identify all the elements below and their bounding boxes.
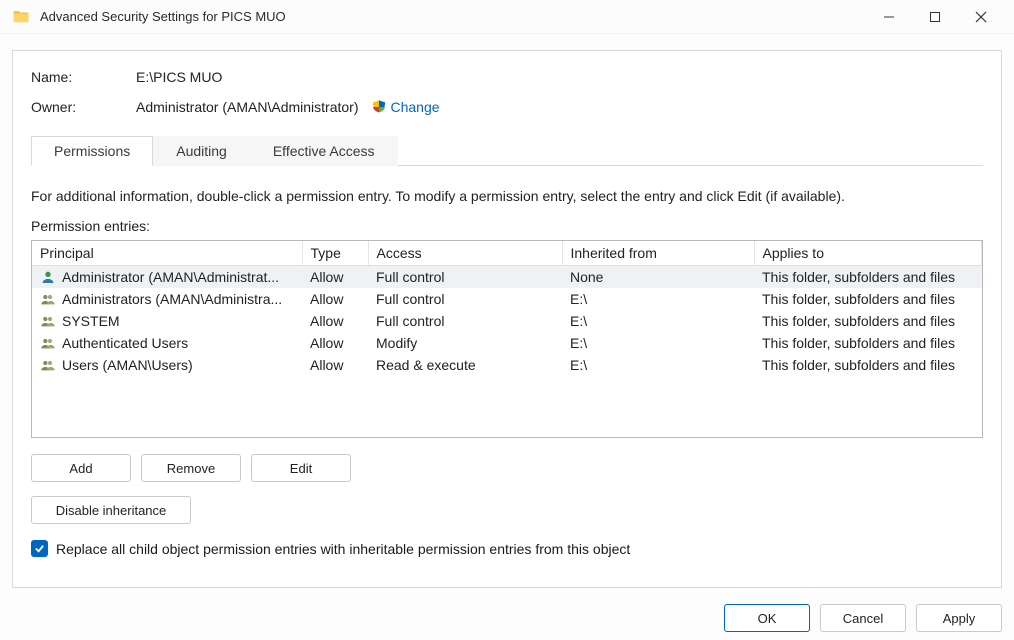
name-row: Name: E:\PICS MUO bbox=[31, 69, 983, 85]
replace-children-row: Replace all child object permission entr… bbox=[31, 540, 983, 557]
name-value: E:\PICS MUO bbox=[136, 69, 222, 85]
type-cell: Allow bbox=[302, 288, 368, 310]
applies-cell: This folder, subfolders and files bbox=[754, 354, 982, 376]
maximize-button[interactable] bbox=[912, 2, 958, 32]
tab-bar: Permissions Auditing Effective Access bbox=[31, 135, 983, 166]
group-icon bbox=[40, 313, 56, 329]
user-icon bbox=[40, 269, 56, 285]
folder-icon bbox=[12, 8, 30, 26]
principal-text: SYSTEM bbox=[62, 313, 120, 329]
inherited-cell: None bbox=[562, 266, 754, 289]
owner-label: Owner: bbox=[31, 99, 136, 115]
tab-effective-access[interactable]: Effective Access bbox=[250, 136, 398, 166]
name-label: Name: bbox=[31, 69, 136, 85]
table-row[interactable]: SYSTEM AllowFull controlE:\This folder, s… bbox=[32, 310, 982, 332]
group-icon bbox=[40, 335, 56, 351]
ok-button[interactable]: OK bbox=[724, 604, 810, 632]
access-cell: Read & execute bbox=[368, 354, 562, 376]
dialog-panel: Name: E:\PICS MUO Owner: Administrator (… bbox=[12, 50, 1002, 588]
add-button[interactable]: Add bbox=[31, 454, 131, 482]
owner-row: Owner: Administrator (AMAN\Administrator… bbox=[31, 99, 983, 115]
access-cell: Full control bbox=[368, 266, 562, 289]
description-text: For additional information, double-click… bbox=[31, 188, 983, 204]
type-cell: Allow bbox=[302, 332, 368, 354]
table-row[interactable]: Users (AMAN\Users) AllowRead & executeE:\… bbox=[32, 354, 982, 376]
permission-entries-grid[interactable]: Principal Type Access Inherited from App… bbox=[31, 240, 983, 438]
change-owner-link[interactable]: Change bbox=[391, 99, 440, 115]
close-button[interactable] bbox=[958, 2, 1004, 32]
window-title: Advanced Security Settings for PICS MUO bbox=[40, 9, 866, 24]
applies-cell: This folder, subfolders and files bbox=[754, 266, 982, 289]
apply-button[interactable]: Apply bbox=[916, 604, 1002, 632]
col-access[interactable]: Access bbox=[368, 241, 562, 266]
titlebar: Advanced Security Settings for PICS MUO bbox=[0, 0, 1014, 34]
applies-cell: This folder, subfolders and files bbox=[754, 310, 982, 332]
replace-children-label: Replace all child object permission entr… bbox=[56, 541, 630, 557]
cancel-button[interactable]: Cancel bbox=[820, 604, 906, 632]
minimize-button[interactable] bbox=[866, 2, 912, 32]
principal-text: Administrator (AMAN\Administrat... bbox=[62, 269, 279, 285]
col-type[interactable]: Type bbox=[302, 241, 368, 266]
window-controls bbox=[866, 2, 1004, 32]
edit-button[interactable]: Edit bbox=[251, 454, 351, 482]
type-cell: Allow bbox=[302, 310, 368, 332]
shield-icon bbox=[371, 99, 387, 115]
access-cell: Full control bbox=[368, 310, 562, 332]
col-principal[interactable]: Principal bbox=[32, 241, 302, 266]
dialog-footer-buttons: OK Cancel Apply bbox=[724, 604, 1002, 632]
type-cell: Allow bbox=[302, 266, 368, 289]
access-cell: Modify bbox=[368, 332, 562, 354]
type-cell: Allow bbox=[302, 354, 368, 376]
inherited-cell: E:\ bbox=[562, 354, 754, 376]
principal-text: Administrators (AMAN\Administra... bbox=[62, 291, 282, 307]
group-icon bbox=[40, 291, 56, 307]
table-row[interactable]: Authenticated Users AllowModifyE:\This fo… bbox=[32, 332, 982, 354]
access-cell: Full control bbox=[368, 288, 562, 310]
table-header-row: Principal Type Access Inherited from App… bbox=[32, 241, 982, 266]
action-button-row: Add Remove Edit bbox=[31, 454, 983, 482]
col-applies[interactable]: Applies to bbox=[754, 241, 982, 266]
inherited-cell: E:\ bbox=[562, 288, 754, 310]
replace-children-checkbox[interactable] bbox=[31, 540, 48, 557]
col-inherited[interactable]: Inherited from bbox=[562, 241, 754, 266]
applies-cell: This folder, subfolders and files bbox=[754, 288, 982, 310]
entries-label: Permission entries: bbox=[31, 218, 983, 234]
inherited-cell: E:\ bbox=[562, 310, 754, 332]
owner-value: Administrator (AMAN\Administrator) bbox=[136, 99, 359, 115]
tab-auditing[interactable]: Auditing bbox=[153, 136, 250, 166]
principal-text: Authenticated Users bbox=[62, 335, 188, 351]
disable-inheritance-button[interactable]: Disable inheritance bbox=[31, 496, 191, 524]
principal-text: Users (AMAN\Users) bbox=[62, 357, 193, 373]
remove-button[interactable]: Remove bbox=[141, 454, 241, 482]
applies-cell: This folder, subfolders and files bbox=[754, 332, 982, 354]
table-row[interactable]: Administrator (AMAN\Administrat... AllowF… bbox=[32, 266, 982, 289]
tab-permissions[interactable]: Permissions bbox=[31, 136, 153, 166]
group-icon bbox=[40, 357, 56, 373]
inherited-cell: E:\ bbox=[562, 332, 754, 354]
table-row[interactable]: Administrators (AMAN\Administra... AllowF… bbox=[32, 288, 982, 310]
